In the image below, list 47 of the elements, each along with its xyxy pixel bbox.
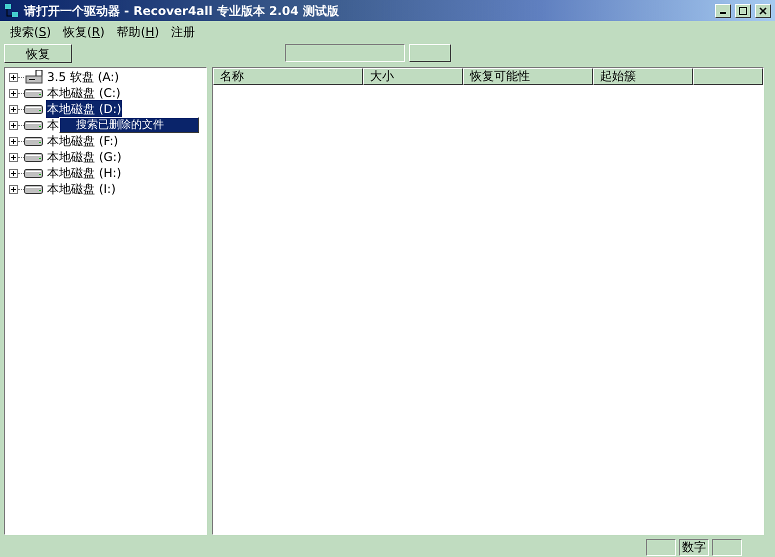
hard-drive-icon <box>24 136 44 146</box>
menu-item[interactable]: 搜索(S) <box>4 23 57 41</box>
column-header[interactable]: 大小 <box>363 68 463 85</box>
hard-drive-icon <box>24 104 44 114</box>
drive-label[interactable]: 本地磁盘 (G:) <box>46 148 123 166</box>
hard-drive-icon <box>24 88 44 98</box>
column-header[interactable]: 恢复可能性 <box>463 68 593 85</box>
hard-drive-icon <box>24 168 44 178</box>
hard-drive-icon <box>24 184 44 194</box>
expand-icon[interactable] <box>9 136 18 146</box>
drive-label[interactable]: 本地磁盘 (I:) <box>46 180 117 198</box>
minimize-icon <box>720 12 726 14</box>
context-menu-item[interactable]: 搜索已删除的文件 <box>60 118 198 132</box>
menu-item[interactable]: 帮助(H) <box>110 23 166 41</box>
minimize-button[interactable] <box>715 4 731 18</box>
drive-label[interactable]: 本地磁盘 (F:) <box>46 132 120 150</box>
floppy-drive-icon <box>24 70 44 84</box>
expand-icon[interactable] <box>9 104 18 114</box>
drive-label[interactable]: 本 <box>46 116 60 134</box>
maximize-icon <box>739 6 747 14</box>
close-button[interactable] <box>755 4 771 18</box>
menu-item[interactable]: 注册 <box>165 23 202 41</box>
expand-icon[interactable] <box>9 168 18 178</box>
column-header[interactable]: 起始簇 <box>593 68 693 85</box>
status-indicator: 数字 <box>679 538 709 556</box>
expand-icon[interactable] <box>9 72 18 82</box>
close-icon <box>759 6 767 14</box>
status-panel <box>646 538 676 556</box>
expand-icon[interactable] <box>9 120 18 130</box>
hard-drive-icon <box>24 120 44 130</box>
window-title: 请打开一个驱动器 - Recover4all 专业版本 2.04 测试版 <box>24 2 339 20</box>
expand-icon[interactable] <box>9 88 18 98</box>
column-header[interactable] <box>693 68 763 85</box>
maximize-button[interactable] <box>735 4 751 18</box>
restore-button[interactable]: 恢复 <box>4 44 72 62</box>
drive-label[interactable]: 本地磁盘 (H:) <box>46 164 122 182</box>
drive-label[interactable]: 3.5 软盘 (A:) <box>46 68 120 86</box>
app-icon <box>4 2 20 18</box>
hard-drive-icon <box>24 152 44 162</box>
column-header[interactable]: 名称 <box>213 68 363 85</box>
drive-label[interactable]: 本地磁盘 (C:) <box>46 84 122 102</box>
status-panel <box>712 538 742 556</box>
expand-icon[interactable] <box>9 152 18 162</box>
toolbar-button[interactable] <box>409 44 451 62</box>
menu-item[interactable]: 恢复(R) <box>57 23 111 41</box>
expand-icon[interactable] <box>9 184 18 194</box>
drive-label[interactable]: 本地磁盘 (D:) <box>46 100 122 118</box>
